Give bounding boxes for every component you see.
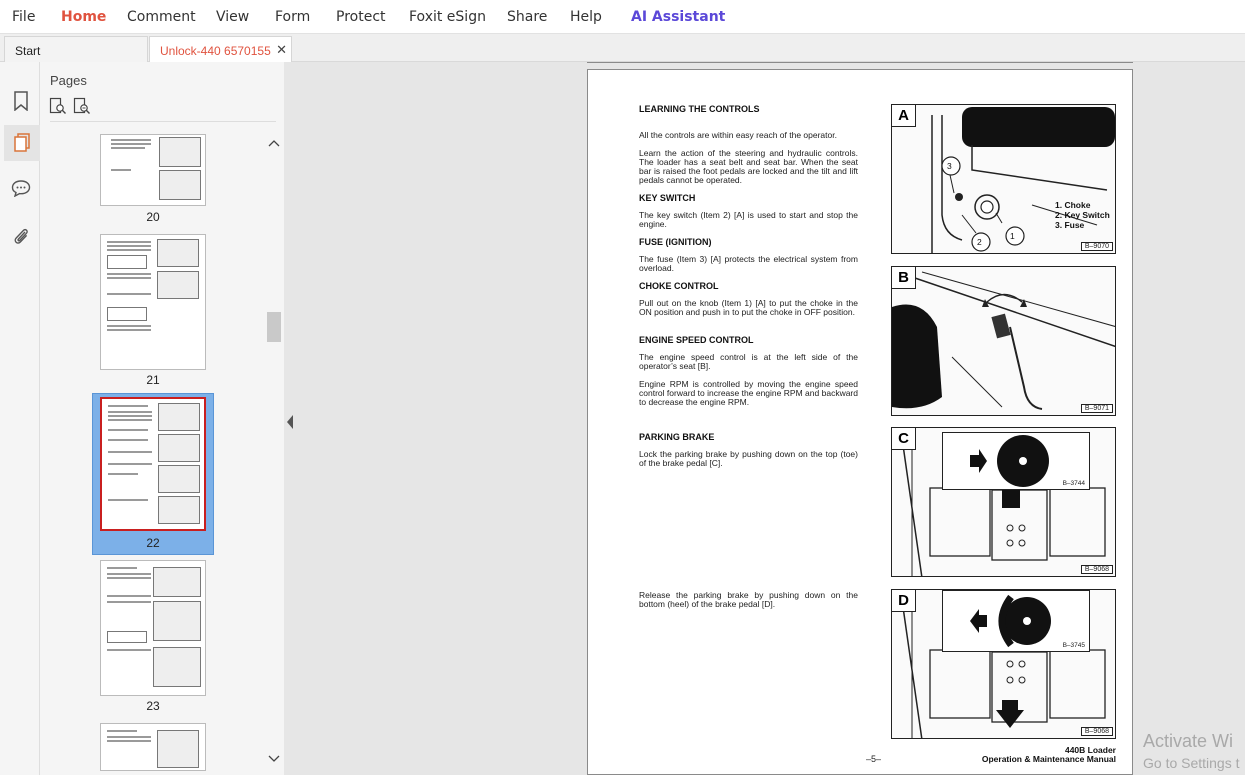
menu-help[interactable]: Help xyxy=(570,9,602,25)
app-window: File Home Comment View Form Protect Foxi… xyxy=(0,0,1245,775)
scrollbar-thumb[interactable] xyxy=(267,312,281,342)
menu-home[interactable]: Home xyxy=(61,9,106,25)
tab-start-label: Start xyxy=(15,44,41,58)
activation-watermark-sub: Go to Settings t xyxy=(1143,755,1240,771)
comment-icon[interactable] xyxy=(6,173,36,203)
panel-divider xyxy=(50,121,276,122)
sidebar-icon-strip xyxy=(0,62,40,775)
menu-bar: File Home Comment View Form Protect Foxi… xyxy=(0,0,1245,34)
figure-a-letter: A xyxy=(892,105,916,127)
page-number-20: 20 xyxy=(146,210,160,224)
para-key: The key switch (Item 2) [A] is used to s… xyxy=(639,210,858,229)
figure-d: B–3745 D B–9068 xyxy=(891,589,1116,739)
collapse-panel-icon[interactable] xyxy=(287,415,293,429)
pages-panel-title: Pages xyxy=(50,73,87,88)
menu-comment[interactable]: Comment xyxy=(127,9,196,25)
activation-watermark: Activate Wi xyxy=(1143,731,1234,751)
menu-ai-assistant[interactable]: AI Assistant xyxy=(631,9,725,25)
para-speed-1: The engine speed control is at the left … xyxy=(639,352,858,371)
attachment-icon[interactable] xyxy=(6,221,36,251)
page-thumbnail-24[interactable] xyxy=(100,723,206,771)
tab-start[interactable]: Start xyxy=(4,36,148,62)
heading-learning-controls: LEARNING THE CONTROLS xyxy=(639,104,760,114)
pages-panel: Pages 20 21 22 23 xyxy=(40,62,284,775)
figure-b: B B–9071 xyxy=(891,266,1116,416)
page-number-21: 21 xyxy=(146,373,160,387)
figure-b-code: B–9071 xyxy=(1080,404,1113,413)
callout-1: 1 xyxy=(1010,231,1015,241)
bookmark-icon[interactable] xyxy=(6,86,36,116)
callout-circle-1 xyxy=(1005,226,1025,246)
figure-c-inset: B–3744 xyxy=(942,432,1090,490)
page-number: –5– xyxy=(866,754,882,764)
figure-d-letter: D xyxy=(892,590,916,612)
menu-share[interactable]: Share xyxy=(507,9,547,25)
tab-document[interactable]: Unlock-440 6570155 ... ✕ xyxy=(149,36,292,72)
page-number-23: 23 xyxy=(146,699,160,713)
figure-a-legend-2: 2. Key Switch xyxy=(1055,210,1110,220)
para-fuse: The fuse (Item 3) [A] protects the elect… xyxy=(639,254,858,273)
figure-c-code: B–9068 xyxy=(1080,565,1113,574)
figure-d-code: B–9068 xyxy=(1080,727,1113,736)
menu-view[interactable]: View xyxy=(216,9,249,25)
page-thumbnail-21[interactable] xyxy=(100,234,206,370)
close-icon[interactable]: ✕ xyxy=(276,42,287,58)
heading-engine-speed: ENGINE SPEED CONTROL xyxy=(639,335,754,345)
figure-c-letter: C xyxy=(892,428,916,450)
menu-protect[interactable]: Protect xyxy=(336,9,386,25)
para-brake-release: Release the parking brake by pushing dow… xyxy=(639,590,858,609)
figure-b-letter: B xyxy=(892,267,916,289)
page-number-22: 22 xyxy=(146,536,160,550)
figure-c: B–3744 C B–9068 xyxy=(891,427,1116,577)
page-thumbnail-23[interactable] xyxy=(100,560,206,696)
heading-key-switch: KEY SWITCH xyxy=(639,193,696,203)
tab-bar: Start Unlock-440 6570155 ... ✕ xyxy=(0,34,1245,72)
page-thumbnail-20[interactable] xyxy=(100,134,206,206)
page-options-icon[interactable] xyxy=(73,97,91,115)
figure-a: 1 2 3 A 1. Choke 2. Key Switch 3. Fuse B… xyxy=(891,104,1116,254)
footer-title: 440B Loader Operation & Maintenance Manu… xyxy=(982,746,1116,764)
figure-a-legend-1: 1. Choke xyxy=(1055,200,1091,210)
figure-a-legend-3: 3. Fuse xyxy=(1055,220,1085,230)
figure-a-code: B–9070 xyxy=(1080,242,1113,251)
menu-file[interactable]: File xyxy=(12,9,35,25)
heading-parking-brake: PARKING BRAKE xyxy=(639,432,715,442)
figure-d-inset-code: B–3745 xyxy=(1062,642,1085,649)
page-thumbnail-22[interactable] xyxy=(100,397,206,531)
para-learn: Learn the action of the steering and hyd… xyxy=(639,148,858,185)
callout-3: 3 xyxy=(947,161,952,171)
figure-c-inset-code: B–3744 xyxy=(1062,480,1085,487)
menu-foxit-esign[interactable]: Foxit eSign xyxy=(409,9,486,25)
figure-b-illustration xyxy=(892,271,1115,410)
callout-2: 2 xyxy=(977,237,982,247)
scroll-down-icon[interactable] xyxy=(268,755,280,763)
scroll-up-icon[interactable] xyxy=(268,139,280,147)
pages-icon[interactable] xyxy=(4,125,40,161)
heading-fuse: FUSE (IGNITION) xyxy=(639,237,712,247)
thumbnail-scrollbar[interactable] xyxy=(267,137,283,767)
para-brake-lock: Lock the parking brake by pushing down o… xyxy=(639,449,858,468)
para-speed-2: Engine RPM is controlled by moving the e… xyxy=(639,379,858,407)
footer-line-2: Operation & Maintenance Manual xyxy=(981,754,1116,764)
previous-page-edge xyxy=(587,62,1133,63)
pdf-page: LEARNING THE CONTROLS All the controls a… xyxy=(587,69,1133,775)
document-viewer: LEARNING THE CONTROLS All the controls a… xyxy=(297,62,1245,775)
para-reach: All the controls are within easy reach o… xyxy=(639,130,837,140)
para-choke: Pull out on the knob (Item 1) [A] to put… xyxy=(639,298,858,317)
insert-page-icon[interactable] xyxy=(49,97,67,115)
heading-choke: CHOKE CONTROL xyxy=(639,281,719,291)
menu-form[interactable]: Form xyxy=(275,9,310,25)
figure-d-inset: B–3745 xyxy=(942,590,1090,652)
